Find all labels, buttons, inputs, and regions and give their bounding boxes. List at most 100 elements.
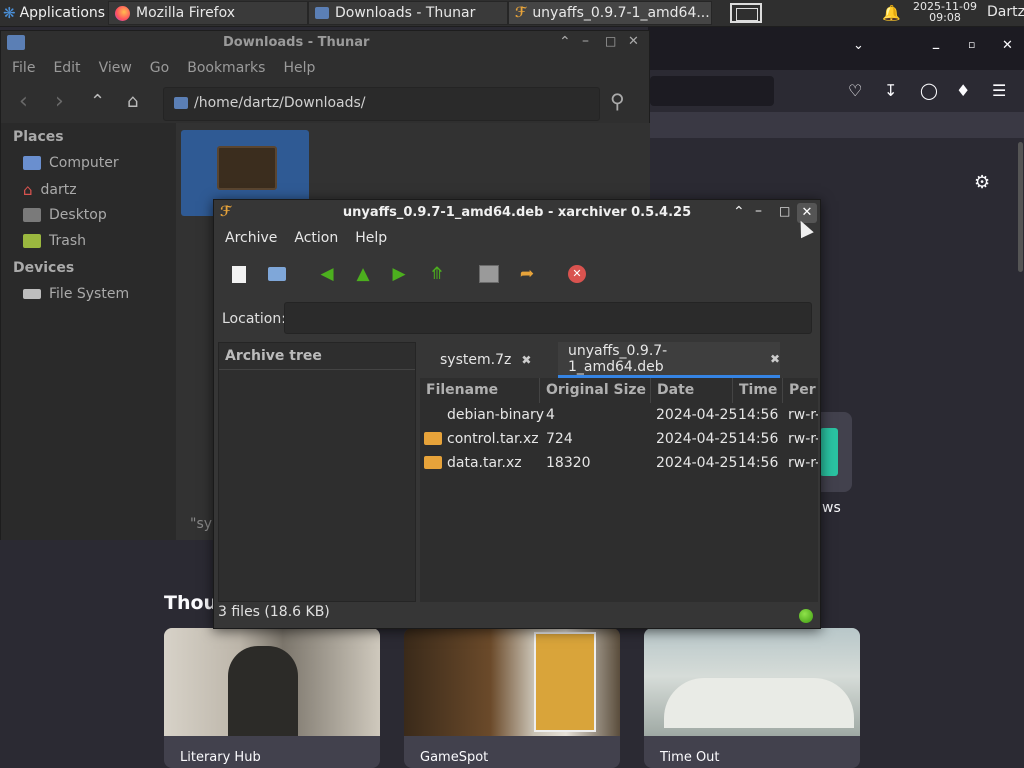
menu-file[interactable]: File xyxy=(12,60,35,76)
sidebar-item-computer[interactable]: Computer xyxy=(23,155,119,171)
scrollbar[interactable] xyxy=(1018,142,1023,272)
up-button[interactable]: ▲ xyxy=(350,261,376,287)
clock[interactable]: 2025-11-09 09:08 xyxy=(908,1,982,23)
minimize-icon[interactable]: – xyxy=(582,33,589,49)
tab-system-7z[interactable]: system.7z ✖ xyxy=(422,342,556,378)
account-icon[interactable]: ◯ xyxy=(920,81,938,100)
shade-icon[interactable]: ⌃ xyxy=(559,34,571,50)
minimize-icon[interactable]: – xyxy=(755,203,762,219)
add-files-button[interactable] xyxy=(476,261,502,287)
back-icon[interactable]: ‹ xyxy=(19,89,28,114)
taskbar-item-label: Downloads - Thunar xyxy=(335,5,476,21)
menu-bookmarks[interactable]: Bookmarks xyxy=(187,60,265,76)
menu-view[interactable]: View xyxy=(99,60,132,76)
sidebar: Places Computer ⌂ dartz Desktop Trash De… xyxy=(1,123,177,540)
taskbar-item-firefox[interactable]: Mozilla Firefox xyxy=(108,1,308,25)
search-icon[interactable]: ⚲ xyxy=(610,89,625,113)
menu-go[interactable]: Go xyxy=(150,60,169,76)
menu-help[interactable]: Help xyxy=(283,60,315,76)
maximize-icon[interactable]: □ xyxy=(605,34,616,48)
arrow-up-icon: ▲ xyxy=(356,264,370,284)
tab-list-chevron-icon[interactable]: ⌄ xyxy=(853,38,864,53)
open-archive-button[interactable] xyxy=(264,261,290,287)
column-header-size[interactable]: Original Size xyxy=(540,378,651,403)
folder-icon xyxy=(315,7,329,19)
path-bar[interactable]: /home/dartz/Downloads/ xyxy=(163,87,600,121)
firefox-url-bar[interactable] xyxy=(650,76,774,106)
notification-bell-icon[interactable]: 🔔 xyxy=(882,4,901,22)
close-icon[interactable]: ✕ xyxy=(628,34,639,49)
up-icon[interactable]: ⌃ xyxy=(90,91,105,112)
stop-button[interactable]: ✕ xyxy=(564,261,590,287)
arrow-right-icon: ▶ xyxy=(392,264,406,284)
minimize-icon[interactable]: – xyxy=(932,38,940,57)
story-card-time-out[interactable]: Time Out xyxy=(644,628,860,768)
maximize-icon[interactable]: □ xyxy=(779,204,790,218)
sidebar-item-dartz[interactable]: ⌂ dartz xyxy=(23,181,77,199)
column-header-filename[interactable]: Filename xyxy=(420,378,540,403)
sidebar-item-trash[interactable]: Trash xyxy=(23,233,86,249)
menubar: Archive Action Help xyxy=(225,230,387,246)
menu-icon[interactable]: ☰ xyxy=(992,81,1006,100)
home-button[interactable]: ⤊ xyxy=(424,261,450,287)
taskbar-item-thunar[interactable]: Downloads - Thunar xyxy=(308,1,508,25)
close-icon[interactable]: ✕ xyxy=(1002,38,1013,53)
home-icon[interactable]: ⌂ xyxy=(127,91,138,112)
sidebar-item-desktop[interactable]: Desktop xyxy=(23,207,107,223)
close-tab-icon[interactable]: ✖ xyxy=(770,352,780,366)
downloads-icon[interactable]: ↧ xyxy=(884,81,897,100)
story-thumbnail xyxy=(164,628,380,736)
xarchiver-icon: ℱ xyxy=(515,5,527,21)
applications-label: Applications xyxy=(19,5,106,21)
extensions-icon[interactable]: ♦ xyxy=(956,81,970,100)
menu-archive[interactable]: Archive xyxy=(225,230,277,246)
story-card-gamespot[interactable]: GameSpot xyxy=(404,628,620,768)
back-button[interactable]: ◀ xyxy=(314,261,340,287)
add-files-icon xyxy=(479,265,499,283)
extract-button[interactable]: ➦ xyxy=(514,261,540,287)
menu-edit[interactable]: Edit xyxy=(53,60,80,76)
applications-menu[interactable]: ❋ Applications xyxy=(0,0,109,26)
new-document-icon xyxy=(232,265,246,283)
shade-icon[interactable]: ⌃ xyxy=(733,204,745,220)
column-header-permissions[interactable]: Per xyxy=(783,378,818,403)
column-header-date[interactable]: Date xyxy=(651,378,733,403)
arrow-left-icon: ◀ xyxy=(320,264,334,284)
forward-icon[interactable]: › xyxy=(55,89,64,114)
menu-help[interactable]: Help xyxy=(355,230,387,246)
story-thumbnail xyxy=(644,628,860,736)
new-archive-button[interactable] xyxy=(226,261,252,287)
menu-action[interactable]: Action xyxy=(294,230,338,246)
story-card-literary-hub[interactable]: Literary Hub xyxy=(164,628,380,768)
tab-label: system.7z xyxy=(440,352,512,368)
taskbar-item-xarchiver[interactable]: ℱ unyaffs_0.9.7-1_amd64.... xyxy=(508,1,712,25)
forward-button[interactable]: ▶ xyxy=(386,261,412,287)
close-tab-icon[interactable]: ✖ xyxy=(521,353,531,367)
archive-tree-pane: Archive tree xyxy=(218,342,416,602)
cell-size: 4 xyxy=(546,407,555,423)
settings-gear-icon[interactable]: ⚙ xyxy=(974,172,990,193)
status-led-icon xyxy=(799,609,813,623)
computer-icon xyxy=(23,156,41,170)
file-list: Filename Original Size Date Time Per deb… xyxy=(420,378,818,602)
folder-icon xyxy=(174,97,188,109)
sidebar-item-label: File System xyxy=(49,286,130,302)
pocket-icon[interactable]: ♡ xyxy=(848,81,862,100)
firefox-bookmarks-bar xyxy=(648,112,1024,138)
table-row[interactable]: data.tar.xz 18320 2024-04-25 14:56 rw-r- xyxy=(420,451,818,475)
cell-filename: control.tar.xz xyxy=(447,431,539,447)
table-row[interactable]: debian-binary 4 2024-04-25 14:56 rw-r- xyxy=(420,403,818,427)
stop-icon: ✕ xyxy=(568,265,586,283)
column-header-time[interactable]: Time xyxy=(733,378,783,403)
tab-unyaffs-deb[interactable]: unyaffs_0.9.7-1_amd64.deb ✖ xyxy=(558,342,780,378)
sidebar-item-file-system[interactable]: File System xyxy=(23,286,129,302)
cell-permissions: rw-r- xyxy=(788,407,818,423)
xfce-logo-icon: ❋ xyxy=(3,4,16,22)
workspace-switcher[interactable] xyxy=(730,3,762,23)
maximize-icon[interactable]: ▫ xyxy=(968,38,975,51)
user-menu[interactable]: Dartz xyxy=(987,4,1024,20)
location-field[interactable] xyxy=(284,302,812,334)
table-row[interactable]: control.tar.xz 724 2024-04-25 14:56 rw-r… xyxy=(420,427,818,451)
toolbar: ◀ ▲ ▶ ⤊ ➦ ✕ xyxy=(226,261,806,291)
trash-icon xyxy=(23,234,41,248)
